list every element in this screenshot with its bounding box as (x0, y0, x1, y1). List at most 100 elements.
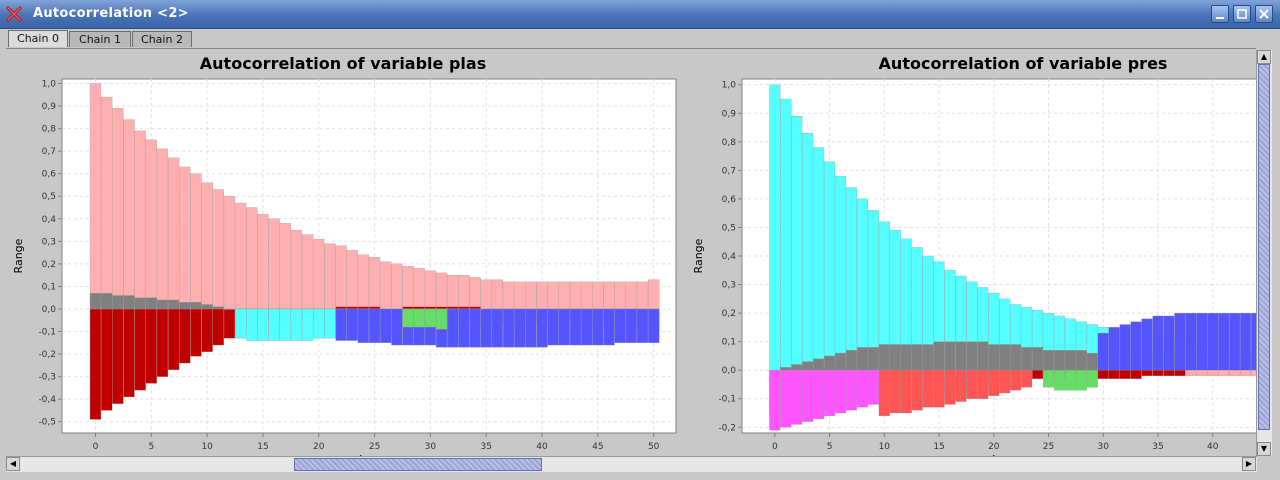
series-pink-bar-lag-50 (648, 279, 660, 310)
vertical-scroll-thumb[interactable] (1258, 64, 1270, 430)
y-axis-label: Range (692, 238, 705, 273)
tab-chain-0[interactable]: Chain 0 (8, 30, 68, 47)
vertical-scrollbar[interactable]: ▲ ▼ (1256, 50, 1272, 456)
tab-chain-1[interactable]: Chain 1 (69, 31, 131, 47)
series-gray-bar-lag-27 (1064, 350, 1076, 371)
horizontal-scroll-thumb[interactable] (294, 458, 542, 471)
series-pink-bar-lag-49 (636, 281, 649, 310)
series-blue-bar-lag-38 (1185, 312, 1197, 371)
series-gray-bar-lag-13 (911, 344, 923, 371)
series-magenta-bar-lag-8 (856, 370, 868, 408)
series-gray-bar-lag-11 (212, 306, 224, 310)
series-gray-bar-lag-4 (813, 358, 825, 371)
series-gray-bar-lag-8 (856, 347, 868, 371)
series-gray-bar-lag-5 (145, 297, 157, 310)
series-darkred-bar-lag-34 (1141, 370, 1153, 377)
tab-chain-2[interactable]: Chain 2 (132, 31, 192, 47)
series-magenta-bar-lag-5 (824, 370, 836, 417)
series-darkred-bar-lag-32 (1119, 370, 1131, 379)
minimize-button[interactable] (1211, 5, 1229, 23)
series-blue-bar-lag-49 (636, 308, 649, 343)
series-lightred-bar-lag-17 (955, 370, 967, 402)
series-gray-bar-lag-12 (900, 344, 912, 371)
series-pink-bar-lag-17 (279, 223, 291, 310)
series-blue-bar-lag-42 (1229, 312, 1241, 371)
series-blue-bar-lag-37 (1174, 312, 1186, 371)
series-gray-bar-lag-24 (1032, 347, 1044, 371)
series-gray-bar-lag-9 (190, 302, 202, 310)
chart-title: Autocorrelation of variable plas (200, 54, 486, 73)
series-lightred-bar-lag-21 (999, 370, 1011, 394)
series-blue-bar-lag-34 (469, 308, 481, 348)
series-darkred-bar-lag-11 (212, 308, 224, 346)
horizontal-scrollbar[interactable]: ◀ ▶ (6, 456, 1257, 472)
series-lightred-bar-lag-14 (922, 370, 934, 408)
series-magenta-bar-lag-6 (835, 370, 847, 414)
app-x-icon[interactable] (6, 6, 22, 22)
series-blue-bar-lag-33 (1130, 321, 1142, 371)
series-blue-bar-lag-46 (603, 308, 615, 346)
series-pink-bar-lag-25 (368, 256, 381, 310)
series-blue-bar-lag-24 (357, 308, 370, 343)
series-blue-bar-lag-31 (1108, 327, 1120, 371)
series-gray-bar-lag-12 (223, 308, 236, 310)
y-tick-label: 0,2 (722, 309, 736, 319)
series-lightred-bar-lag-13 (911, 370, 923, 411)
series-lightred-bar-lag-10 (878, 370, 890, 417)
chart-panel: Autocorrelation of variable plas -0,5 -0,4… (6, 48, 1256, 457)
y-tick-label: 0,2 (42, 260, 56, 270)
series-pink-bar-lag-3 (123, 119, 135, 310)
series-blue-bar-lag-44 (581, 308, 593, 346)
x-tick-label: 5 (827, 442, 833, 452)
series-darkred-bar-lag-23 (346, 306, 358, 310)
series-pink-bar-lag-8 (179, 166, 191, 310)
series-pink-bar-lag-24 (357, 254, 370, 310)
x-tick-label: 25 (369, 442, 380, 452)
scroll-down-button[interactable]: ▼ (1257, 442, 1271, 456)
series-gray-bar-lag-1 (780, 367, 792, 371)
series-cyan-bar-lag-5 (824, 161, 836, 371)
series-gray-bar-lag-6 (156, 299, 169, 310)
series-gray-bar-lag-25 (1043, 350, 1055, 371)
series-lightred-bar-lag-16 (944, 370, 956, 405)
series-green-bar-lag-26 (1053, 370, 1065, 391)
y-tick-label: -0,2 (38, 350, 56, 360)
series-gray-bar-lag-3 (802, 361, 814, 371)
maximize-button[interactable] (1233, 5, 1251, 23)
series-gray-bar-lag-10 (878, 344, 890, 371)
x-tick-label: 35 (1152, 442, 1163, 452)
series-gray-bar-lag-21 (999, 344, 1011, 371)
series-darkred-bar-lag-25 (368, 306, 381, 310)
scroll-up-button[interactable]: ▲ (1257, 50, 1271, 64)
series-pink-bar-lag-39 (1196, 370, 1208, 377)
series-blue-bar-lag-45 (592, 308, 604, 346)
series-pink-bar-lag-43 (1240, 370, 1252, 377)
series-darkred-bar-lag-31 (435, 306, 448, 310)
series-pink-bar-lag-44 (581, 281, 593, 310)
y-tick-label: 0,1 (42, 282, 56, 292)
series-green-bar-lag-29 (413, 308, 425, 328)
series-pink-bar-lag-43 (569, 281, 582, 310)
series-cyan-bar-lag-15 (257, 308, 269, 341)
y-tick-label: 0,4 (722, 252, 737, 262)
series-pink-bar-lag-34 (469, 277, 481, 310)
series-pink-bar-lag-21 (324, 243, 336, 310)
series-green-bar-lag-27 (1064, 370, 1076, 391)
series-pink-bar-lag-37 (502, 281, 515, 310)
series-blue-bar-lag-38 (514, 308, 526, 348)
series-pink-bar-lag-19 (301, 234, 314, 310)
series-gray-bar-lag-0 (89, 293, 102, 310)
series-pink-bar-lag-29 (413, 268, 425, 310)
series-darkred-bar-lag-32 (447, 306, 459, 310)
series-magenta-bar-lag-0 (769, 370, 781, 431)
scroll-left-button[interactable]: ◀ (6, 457, 20, 471)
series-green-bar-lag-25 (1043, 370, 1055, 388)
series-darkred-bar-lag-37 (1174, 370, 1186, 377)
series-gray-bar-lag-4 (134, 297, 146, 310)
close-button[interactable] (1255, 5, 1273, 23)
minimize-icon (1216, 17, 1224, 19)
series-lightred-bar-lag-22 (1010, 370, 1022, 391)
scroll-right-button[interactable]: ▶ (1242, 457, 1256, 471)
maximize-icon (1237, 9, 1247, 19)
series-pink-bar-lag-4 (134, 130, 146, 310)
